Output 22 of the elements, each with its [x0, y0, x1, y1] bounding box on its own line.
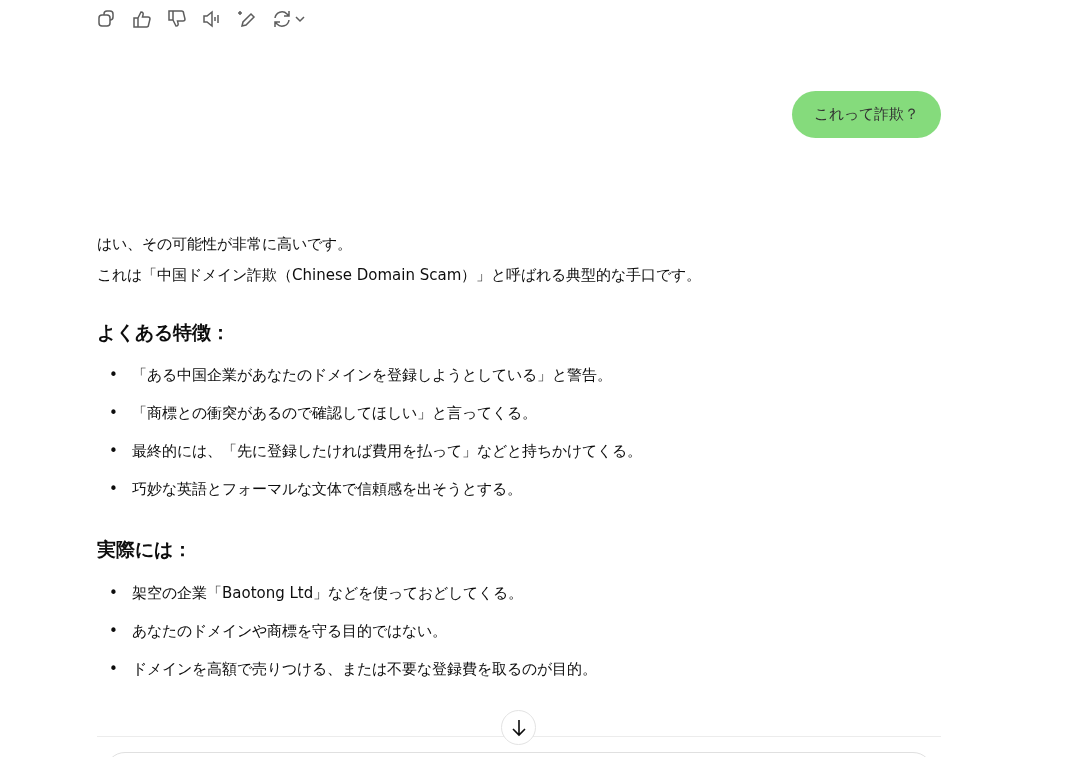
response-text: はい、その可能性が非常に高いです。	[97, 233, 353, 255]
section-heading: よくある特徴：	[97, 319, 231, 345]
user-message-bubble: これって詐欺？	[792, 91, 941, 138]
bullet-text: 架空の企業「Baotong Ltd」などを使っておどしてくる。	[132, 582, 524, 604]
bullet-text: ドメインを高額で売りつける、または不要な登録費を取るのが目的。	[132, 658, 597, 680]
bullet-marker: •	[109, 441, 119, 462]
bullet-text: 巧妙な英語とフォーマルな文体で信頼感を出そうとする。	[132, 479, 522, 500]
bullet-text: 最終的には、「先に登録したければ費用を払って」などと持ちかけてくる。	[132, 441, 642, 462]
bullet-marker: •	[109, 365, 119, 386]
arrow-down-icon	[510, 718, 527, 737]
bullet-text: 「ある中国企業があなたのドメインを登録しようとしている」と警告。	[132, 365, 612, 386]
bullet-text: 「商標との衝突があるので確認してほしい」と言ってくる。	[132, 403, 537, 424]
bullet-text: あなたのドメインや商標を守る目的ではない。	[132, 620, 447, 642]
bullet-marker: •	[109, 403, 119, 424]
response-text: これは「中国ドメイン詐欺（Chinese Domain Scam）」と呼ばれる典型的な手口です。	[97, 264, 703, 286]
section-heading: 実際には：	[97, 537, 193, 562]
bullet-marker: •	[109, 620, 119, 642]
scroll-down-button[interactable]	[501, 710, 536, 745]
bullet-marker: •	[109, 658, 119, 680]
bullet-marker: •	[109, 479, 119, 500]
regenerate-button[interactable]	[272, 8, 308, 30]
bullet-marker: •	[109, 582, 119, 604]
